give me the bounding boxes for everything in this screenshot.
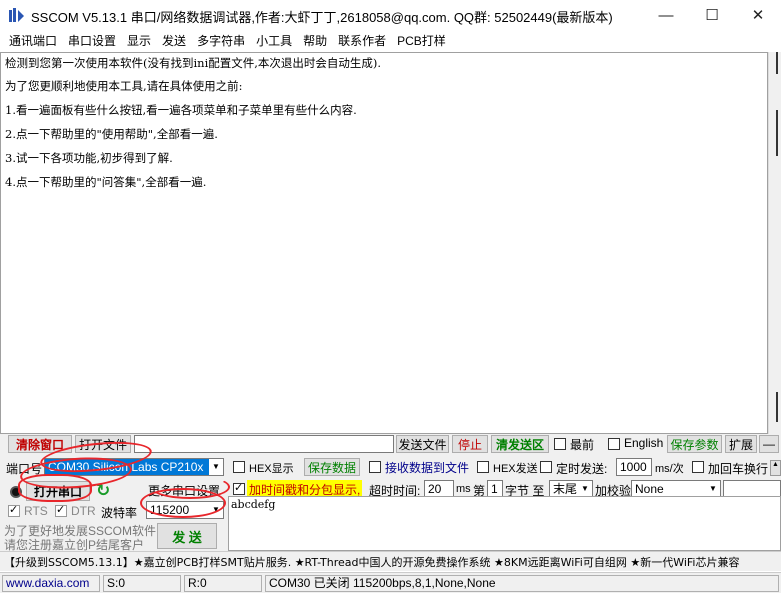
- add-crlf-checkbox[interactable]: [692, 461, 704, 473]
- expand-button[interactable]: 扩展: [725, 435, 757, 453]
- timed-interval-input[interactable]: 1000: [616, 458, 652, 476]
- chevron-down-icon: ▼: [581, 484, 589, 493]
- send-text: abcdefg: [231, 498, 276, 511]
- menu-bar: 通讯端口 串口设置 显示 发送 多字符串 小工具 帮助 联系作者 PCB打样: [0, 30, 781, 52]
- close-button[interactable]: ✕: [735, 0, 781, 30]
- hex-send-checkbox[interactable]: [477, 461, 489, 473]
- timestamp-checkbox[interactable]: [233, 481, 245, 495]
- menu-help[interactable]: 帮助: [298, 30, 333, 52]
- window-title: SSCOM V5.13.1 串口/网络数据调试器,作者:大虾丁丁,2618058…: [31, 10, 613, 25]
- rts-label: RTS: [24, 504, 48, 518]
- english-label: English: [624, 436, 664, 450]
- recv-to-file-label: 接收数据到文件: [385, 461, 470, 475]
- save-data-button[interactable]: 保存数据: [304, 458, 360, 476]
- receive-scrollbar[interactable]: [768, 52, 781, 434]
- hex-display-checkbox[interactable]: [233, 461, 245, 473]
- add-crlf-label: 加回车换行: [708, 462, 769, 476]
- row-spin-button[interactable]: ▲: [770, 460, 781, 476]
- send-textarea[interactable]: abcdefg: [228, 496, 781, 551]
- app-logo-icon: [9, 8, 25, 22]
- topmost-label: 最前: [570, 438, 595, 452]
- hex-display-label: HEX显示: [249, 463, 294, 475]
- timeout-unit-label: ms: [456, 483, 471, 495]
- file-path-field[interactable]: [134, 435, 394, 453]
- dtr-label: DTR: [71, 504, 96, 518]
- send-file-button[interactable]: 发送文件: [396, 435, 449, 453]
- timed-unit-label: ms/次: [655, 463, 684, 475]
- chevron-down-icon: ▼: [709, 484, 717, 493]
- receive-line: 4.点一下帮助里的"问答集",全部看一遍.: [5, 175, 207, 189]
- timed-send-label: 定时发送:: [556, 462, 608, 476]
- website-link[interactable]: www.daxia.com: [2, 575, 100, 592]
- news-ticker[interactable]: 【升级到SSCOM5.13.1】★嘉立创PCB打样SMT贴片服务. ★RT-Th…: [0, 551, 781, 571]
- rts-checkbox[interactable]: [8, 503, 20, 517]
- menu-comm-port[interactable]: 通讯端口: [4, 30, 63, 52]
- annotation-circle: [150, 475, 230, 499]
- menu-contact[interactable]: 联系作者: [333, 30, 392, 52]
- dtr-checkbox[interactable]: [55, 503, 67, 517]
- checksum-select-value: None: [635, 482, 664, 496]
- menu-send[interactable]: 发送: [157, 30, 192, 52]
- status-bar: www.daxia.com S:0 R:0 COM30 已关闭 115200bp…: [0, 572, 781, 593]
- end-select-value: 末尾: [553, 482, 578, 496]
- minimize-button[interactable]: —: [643, 0, 689, 30]
- receive-line: 3.试一下各项功能,初步得到了解.: [5, 151, 173, 165]
- menu-pcb[interactable]: PCB打样: [392, 30, 452, 52]
- receive-line: 为了您更顺利地使用本工具,请在具体使用之前:: [5, 79, 243, 93]
- receive-line: 检测到您第一次使用本软件(没有找到ini配置文件,本次退出时会自动生成).: [5, 56, 382, 70]
- hex-send-label: HEX发送: [493, 463, 538, 475]
- receive-line: 2.点一下帮助里的"使用帮助",全部看一遍.: [5, 127, 218, 141]
- collapse-button[interactable]: —: [759, 435, 779, 453]
- sent-count: S:0: [103, 575, 181, 592]
- stop-button[interactable]: 停止: [452, 435, 488, 453]
- recv-to-file-checkbox[interactable]: [369, 461, 381, 473]
- menu-tools[interactable]: 小工具: [251, 30, 298, 52]
- baud-label: 波特率: [101, 506, 138, 520]
- english-checkbox[interactable]: [608, 438, 620, 450]
- received-count: R:0: [184, 575, 262, 592]
- annotation-circle: [18, 474, 92, 502]
- receive-line: 1.看一遍面板有些什么按钮,看一遍各项菜单和子菜单里有些什么内容.: [5, 103, 357, 117]
- clear-send-button[interactable]: 清发送区: [491, 435, 549, 453]
- menu-multi-string[interactable]: 多字符串: [192, 30, 251, 52]
- menu-display[interactable]: 显示: [122, 30, 157, 52]
- port-status-text: COM30 已关闭 115200bps,8,1,None,None: [265, 575, 779, 592]
- title-bar[interactable]: SSCOM V5.13.1 串口/网络数据调试器,作者:大虾丁丁,2618058…: [0, 0, 781, 30]
- chevron-down-icon: ▼: [209, 459, 223, 475]
- save-params-button[interactable]: 保存参数: [667, 435, 722, 453]
- topmost-checkbox[interactable]: [554, 438, 566, 450]
- menu-serial-settings[interactable]: 串口设置: [63, 30, 122, 52]
- receive-area[interactable]: 检测到您第一次使用本软件(没有找到ini配置文件,本次退出时会自动生成). 为了…: [0, 52, 768, 434]
- timed-send-checkbox[interactable]: [540, 461, 552, 473]
- send-button[interactable]: 发 送: [157, 523, 217, 549]
- maximize-button[interactable]: ☐: [689, 0, 735, 30]
